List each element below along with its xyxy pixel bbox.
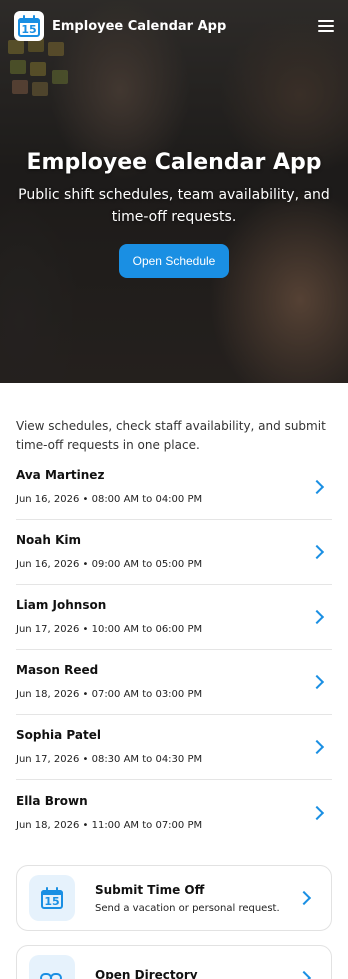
shift-employee-name: Sophia Patel xyxy=(16,728,101,742)
calendar-icon-number: 15 xyxy=(21,23,37,36)
shift-time: Jun 16, 2026 • 09:00 AM to 05:00 PM xyxy=(16,559,203,570)
shift-row[interactable]: Ava Martinez Jun 16, 2026 • 08:00 AM to … xyxy=(16,455,332,520)
open-directory-card[interactable]: Open Directory xyxy=(16,945,332,979)
intro-text: View schedules, check staff availability… xyxy=(16,419,326,452)
top-bar: 15 Employee Calendar App xyxy=(0,0,348,52)
hamburger-menu-icon[interactable] xyxy=(318,20,334,32)
shift-employee-name: Liam Johnson xyxy=(16,598,107,612)
link-icon xyxy=(40,971,64,979)
card-icon-container: 15 xyxy=(29,875,75,921)
app-logo[interactable]: 15 xyxy=(14,11,44,41)
submit-time-off-card[interactable]: 15 Submit Time Off Send a vacation or pe… xyxy=(16,865,332,931)
shift-time: Jun 17, 2026 • 08:30 AM to 04:30 PM xyxy=(16,754,203,765)
hero-subtitle: Public shift schedules, team availabilit… xyxy=(18,187,330,225)
chevron-right-icon[interactable] xyxy=(296,890,312,906)
hero-banner: 15 Employee Calendar App Employee Calend… xyxy=(0,0,348,383)
shift-time: Jun 16, 2026 • 08:00 AM to 04:00 PM xyxy=(16,494,203,505)
card-icon-container xyxy=(29,955,75,979)
hero-content: Employee Calendar App Public shift sched… xyxy=(0,148,348,278)
shift-employee-name: Ava Martinez xyxy=(16,468,105,482)
chevron-right-icon[interactable] xyxy=(296,970,312,979)
card-subtitle: Send a vacation or personal request. xyxy=(95,902,280,914)
shift-row[interactable]: Mason Reed Jun 18, 2026 • 07:00 AM to 03… xyxy=(16,650,332,715)
shift-row[interactable]: Noah Kim Jun 16, 2026 • 09:00 AM to 05:0… xyxy=(16,520,332,585)
chevron-right-icon[interactable] xyxy=(309,805,325,820)
chevron-right-icon[interactable] xyxy=(309,609,325,625)
shift-time: Jun 17, 2026 • 10:00 AM to 06:00 PM xyxy=(16,624,203,635)
card-title: Open Directory xyxy=(95,968,198,979)
shift-row[interactable]: Ella Brown Jun 18, 2026 • 11:00 AM to 07… xyxy=(16,780,332,845)
open-schedule-button[interactable]: Open Schedule xyxy=(118,244,230,278)
shift-list: Ava Martinez Jun 16, 2026 • 08:00 AM to … xyxy=(0,455,348,845)
shift-employee-name: Noah Kim xyxy=(16,533,82,547)
chevron-right-icon[interactable] xyxy=(309,739,325,755)
calendar-icon: 15 xyxy=(17,14,41,38)
shift-row[interactable]: Liam Johnson Jun 17, 2026 • 10:00 AM to … xyxy=(16,585,332,650)
hero-title: Employee Calendar App xyxy=(26,150,322,175)
app-title[interactable]: Employee Calendar App xyxy=(52,19,226,34)
calendar-icon: 15 xyxy=(40,886,64,910)
chevron-right-icon[interactable] xyxy=(309,479,325,495)
shift-row[interactable]: Sophia Patel Jun 17, 2026 • 08:30 AM to … xyxy=(16,715,332,780)
chevron-right-icon[interactable] xyxy=(309,674,325,690)
calendar-icon-number: 15 xyxy=(44,895,60,908)
card-title: Submit Time Off xyxy=(95,882,205,897)
shift-employee-name: Mason Reed xyxy=(16,663,99,677)
shift-employee-name: Ella Brown xyxy=(16,793,88,808)
shift-time: Jun 18, 2026 • 11:00 AM to 07:00 PM xyxy=(16,819,203,831)
chevron-right-icon[interactable] xyxy=(309,544,325,560)
shift-time: Jun 18, 2026 • 07:00 AM to 03:00 PM xyxy=(16,689,203,700)
